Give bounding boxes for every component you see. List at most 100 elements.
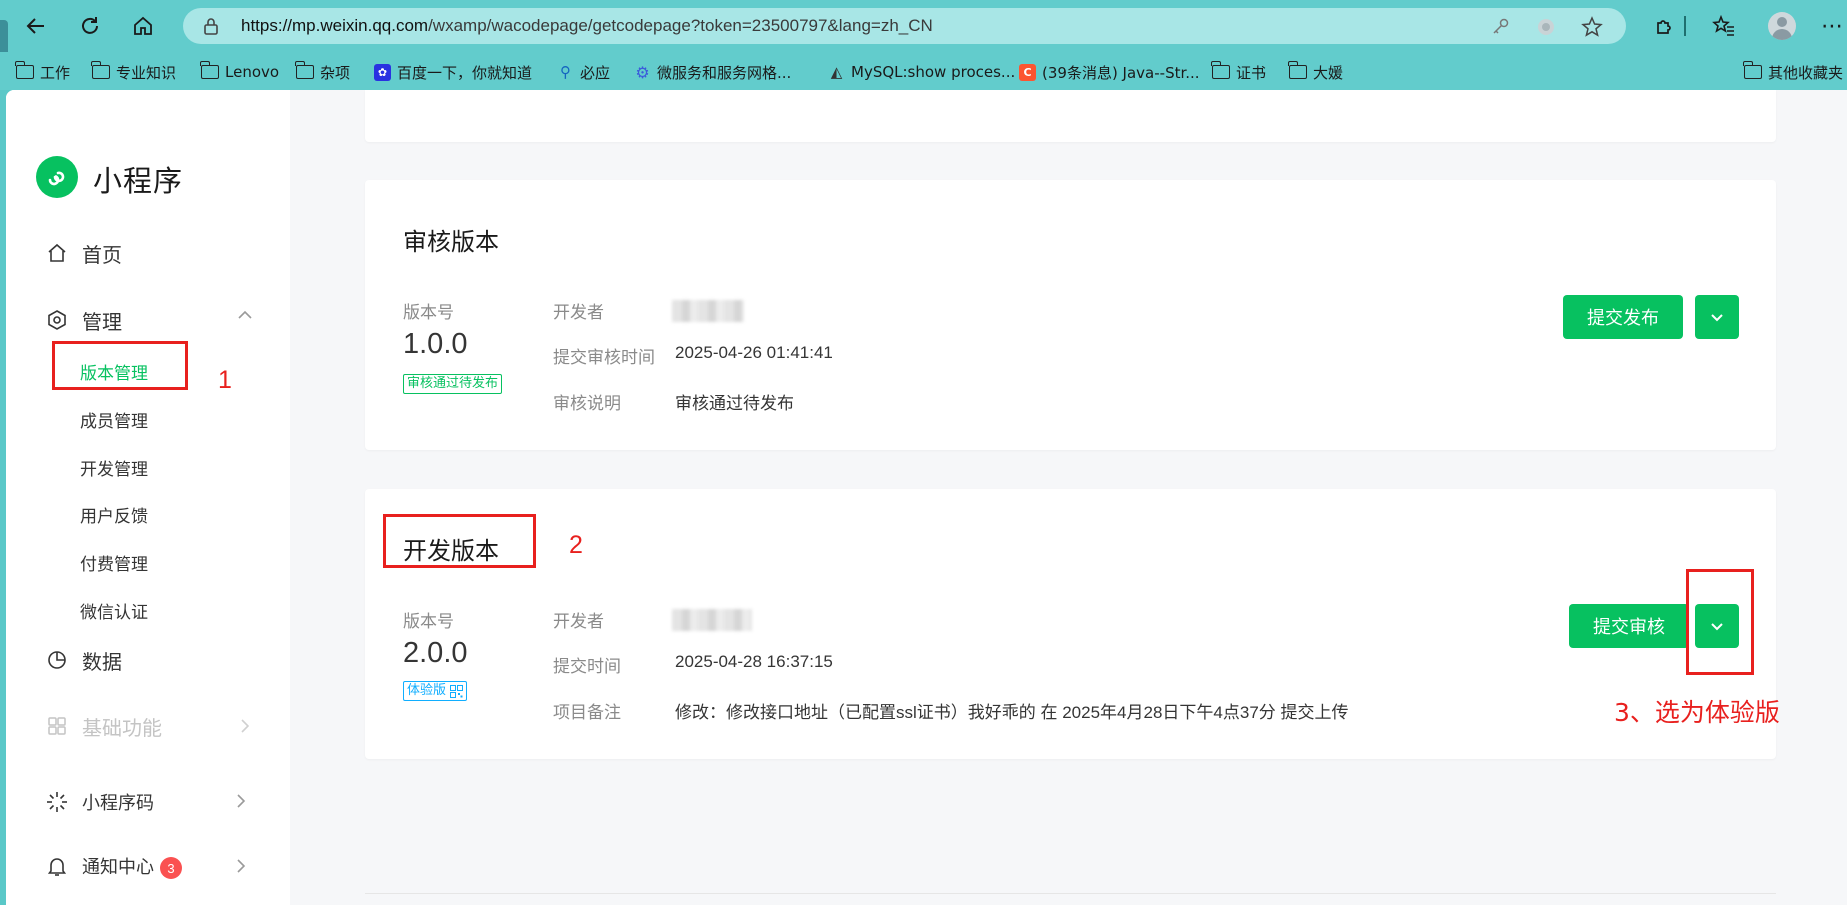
- grid-icon: [46, 715, 68, 737]
- gear-icon: ⚙: [635, 62, 650, 82]
- version-number: 1.0.0: [403, 328, 468, 360]
- nav-basic-features[interactable]: 基础功能: [46, 712, 162, 740]
- miniprogram-logo-icon: [36, 156, 78, 198]
- nav-notifications-label: 通知中心: [82, 856, 154, 878]
- review-desc-label: 审核说明: [553, 394, 621, 414]
- bookmark-folder-cert[interactable]: 证书: [1211, 61, 1267, 83]
- review-time-value: 2025-04-26 01:41:41: [675, 343, 833, 362]
- baidu-paw-icon: ✿: [374, 63, 391, 81]
- nav-dev-manage[interactable]: 开发管理: [80, 455, 148, 480]
- folder-icon: [91, 61, 110, 79]
- bookmark-label: 工作: [40, 63, 71, 82]
- nav-user-feedback[interactable]: 用户反馈: [80, 502, 148, 527]
- bookmark-label: Lenovo: [225, 63, 280, 81]
- edge-extension-icon[interactable]: [1535, 16, 1557, 38]
- folder-icon: [1288, 61, 1307, 79]
- chevron-down-icon[interactable]: [1695, 295, 1739, 339]
- bookmark-label: 其他收藏夹: [1768, 63, 1844, 82]
- folder-icon: [1211, 61, 1230, 79]
- folder-icon: [200, 61, 219, 79]
- url-text[interactable]: https://mp.weixin.qq.com/wxamp/wacodepag…: [241, 16, 933, 36]
- bookmark-folder-other[interactable]: 其他收藏夹: [1743, 61, 1844, 83]
- version-number: 2.0.0: [403, 637, 468, 669]
- nav-notifications[interactable]: 通知中心 3: [46, 852, 182, 880]
- url-host: https://mp.weixin.qq.com: [241, 16, 429, 35]
- more-menu-icon[interactable]: ⋯: [1818, 12, 1846, 40]
- version-label: 版本号: [403, 612, 454, 632]
- url-path: /wxamp/wacodepage/getcodepage?token=2350…: [428, 16, 933, 35]
- bookmark-baidu[interactable]: ✿ 百度一下，你就知道: [374, 61, 532, 83]
- bookmark-label: MySQL:show proces...: [851, 63, 1016, 81]
- nav-member-manage[interactable]: 成员管理: [80, 407, 148, 432]
- developer-label: 开发者: [553, 303, 604, 323]
- bookmark-folder-dayuan[interactable]: 大媛: [1288, 61, 1344, 83]
- key-icon[interactable]: [1489, 16, 1511, 38]
- nav-wechat-verify[interactable]: 微信认证: [80, 598, 148, 623]
- bookmark-label: 微服务和服务网格...: [657, 63, 792, 82]
- folder-icon: [15, 61, 34, 79]
- nav-notifications-text: 通知中心 3: [82, 853, 182, 880]
- profile-avatar[interactable]: [1768, 12, 1796, 40]
- bookmark-folder-work[interactable]: 工作: [15, 61, 71, 83]
- review-card-title: 审核版本: [403, 228, 499, 256]
- notification-count-badge: 3: [160, 857, 182, 880]
- submit-publish-button[interactable]: 提交发布: [1563, 295, 1683, 339]
- dev-version-card: 开发版本 版本号 2.0.0 体验版 开发者 提交时间 2025-04-28 1…: [365, 489, 1776, 759]
- nav-payment-manage[interactable]: 付费管理: [80, 550, 148, 575]
- nav-home[interactable]: 首页: [46, 239, 122, 267]
- favorite-star-icon[interactable]: [1581, 16, 1603, 38]
- annotation-step-2: 2: [569, 531, 583, 559]
- previous-card: [365, 90, 1776, 142]
- lock-icon[interactable]: [201, 16, 221, 36]
- chevron-up-icon[interactable]: [236, 306, 254, 328]
- favorites-list-icon[interactable]: [1710, 12, 1738, 40]
- bell-icon: [46, 855, 68, 877]
- developer-name-redacted: [672, 300, 744, 322]
- review-time-label: 提交审核时间: [553, 348, 655, 368]
- chevron-right-icon[interactable]: [232, 857, 250, 879]
- extensions-icon[interactable]: [1651, 12, 1679, 40]
- divider: [365, 893, 1776, 894]
- bookmark-bing[interactable]: ⚲ 必应: [557, 61, 610, 83]
- bookmark-label: 专业知识: [116, 63, 177, 82]
- bookmark-label: (39条消息) Java--Str...: [1042, 63, 1200, 82]
- back-arrow-icon[interactable]: [20, 10, 52, 42]
- qrcode-icon: [450, 684, 464, 698]
- trial-version-badge[interactable]: 体验版: [403, 681, 468, 701]
- annotation-box-dropdown: [1686, 569, 1754, 675]
- bookmark-folder-misc[interactable]: 杂项: [295, 61, 350, 83]
- toolbar-divider: [1684, 16, 1686, 36]
- bookmark-microservices[interactable]: ⚙ 微服务和服务网格...: [634, 61, 791, 83]
- bookmark-label: 必应: [580, 63, 611, 82]
- chevron-right-icon[interactable]: [232, 792, 250, 814]
- folder-icon: [1743, 61, 1762, 79]
- annotation-box-dev-version: [383, 514, 536, 568]
- nav-data[interactable]: 数据: [46, 646, 122, 674]
- chevron-right-icon[interactable]: [236, 717, 254, 739]
- dolphin-icon: ◭: [830, 63, 843, 81]
- bookmark-folder-lenovo[interactable]: Lenovo: [200, 61, 280, 83]
- trial-version-label: 体验版: [407, 683, 447, 698]
- bookmark-label: 大媛: [1313, 63, 1344, 82]
- address-bar[interactable]: https://mp.weixin.qq.com/wxamp/wacodepag…: [183, 8, 1626, 44]
- csdn-c-icon: C: [1019, 63, 1036, 81]
- annotation-step-1: 1: [218, 366, 232, 394]
- developer-name-redacted: [672, 609, 752, 631]
- submit-review-button[interactable]: 提交审核: [1569, 604, 1689, 648]
- bookmark-csdn[interactable]: C (39条消息) Java--Str...: [1019, 61, 1200, 83]
- bookmark-folder-knowledge[interactable]: 专业知识: [91, 61, 177, 83]
- home-icon[interactable]: [127, 10, 159, 42]
- submit-time-label: 提交时间: [553, 657, 621, 677]
- refresh-icon[interactable]: [74, 10, 106, 42]
- search-icon: ⚲: [560, 63, 571, 81]
- project-note-label: 项目备注: [553, 703, 621, 723]
- annotation-step-3: 3、选为体验版: [1614, 698, 1780, 727]
- nav-manage[interactable]: 管理: [46, 306, 122, 334]
- bookmark-mysql[interactable]: ◭ MySQL:show proces...: [828, 61, 1016, 83]
- project-note-value: 修改：修改接口地址（已配置ssl证书）我好乖的 在 2025年4月28日下午4点…: [675, 703, 1349, 722]
- folder-icon: [295, 61, 314, 79]
- nav-qrcode[interactable]: 小程序码: [46, 788, 154, 816]
- developer-label: 开发者: [553, 612, 604, 632]
- bookmark-label: 证书: [1236, 63, 1267, 82]
- nav-home-label: 首页: [82, 242, 122, 267]
